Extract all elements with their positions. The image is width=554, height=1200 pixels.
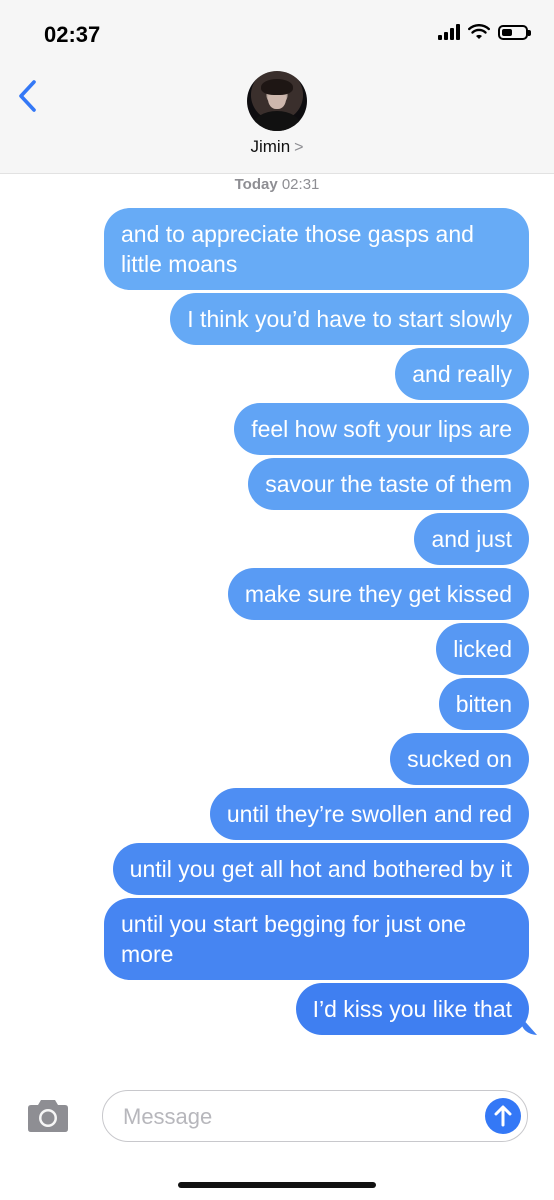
message-input-placeholder: Message — [123, 1104, 213, 1129]
message-bubble[interactable]: savour the taste of them — [248, 458, 529, 510]
message-bubble[interactable]: until they’re swollen and red — [209, 788, 529, 840]
home-indicator — [178, 1182, 376, 1188]
avatar[interactable] — [247, 71, 307, 131]
status-time: 02:37 — [44, 22, 101, 47]
contact-name-label: Jimin — [250, 137, 291, 156]
message-bubble[interactable]: until you start begging for just one mor… — [104, 898, 529, 980]
message-bubble[interactable]: feel how soft your lips are — [234, 403, 529, 455]
message-bubble[interactable]: and really — [395, 348, 529, 400]
chevron-right-icon: > — [294, 139, 304, 156]
message-bubble[interactable]: sucked on — [390, 733, 529, 785]
timestamp-day: Today — [234, 176, 278, 193]
message-bubble[interactable]: and to appreciate those gasps and little… — [104, 208, 529, 290]
message-bubble[interactable]: until you get all hot and bothered by it — [112, 843, 529, 895]
status-icons — [438, 24, 531, 40]
message-bubble[interactable]: I think you’d have to start slowly — [170, 293, 529, 345]
message-bubble[interactable]: make sure they get kissed — [227, 568, 529, 620]
message-bubble[interactable]: and just — [414, 513, 529, 565]
message-bubble[interactable]: bitten — [438, 678, 529, 730]
camera-icon[interactable] — [24, 1098, 72, 1134]
timestamp-time: 02:31 — [281, 176, 320, 193]
arrow-up-icon — [494, 1105, 512, 1127]
thread-timestamp: Today 02:31 — [0, 176, 554, 193]
messages-screen: 02:37 Jimin > Today 02:31 and to appreci… — [0, 0, 554, 1200]
message-bubble[interactable]: licked — [436, 623, 529, 675]
battery-icon — [498, 24, 531, 40]
contact-name[interactable]: Jimin > — [0, 137, 554, 157]
send-button[interactable] — [485, 1098, 521, 1134]
chevron-left-icon[interactable] — [14, 76, 44, 116]
cellular-signal-icon — [438, 24, 460, 40]
message-bubble[interactable]: I’d kiss you like that — [295, 983, 529, 1035]
wifi-icon — [468, 24, 490, 39]
message-list: and to appreciate those gasps and little… — [89, 208, 529, 1035]
conversation-header: 02:37 Jimin > — [0, 0, 554, 174]
message-input[interactable]: Message — [102, 1090, 528, 1142]
